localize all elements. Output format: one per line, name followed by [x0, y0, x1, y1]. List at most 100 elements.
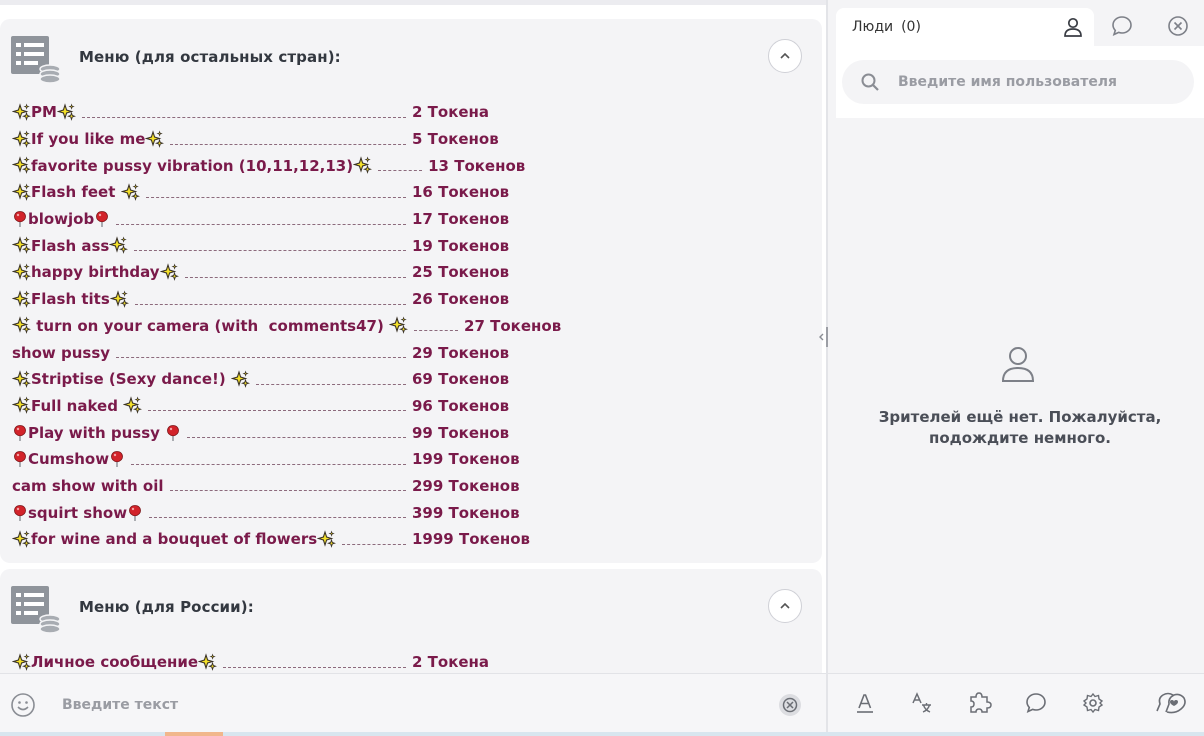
heart-pin-icon: [165, 424, 181, 442]
menu-item-label: If you like me: [31, 130, 146, 149]
heart-pin-icon: [12, 504, 28, 522]
menu-item-label-group: Striptise (Sexy dance!): [12, 369, 250, 389]
send-tip-icon[interactable]: [777, 692, 803, 718]
dotted-leader: [134, 250, 406, 252]
sparkle-icon: [389, 316, 409, 335]
dotted-leader: [131, 463, 406, 465]
sparkle-icon: [230, 369, 250, 389]
chat-area: Меню (для остальных стран): PM 2 Токена If…: [0, 0, 826, 736]
menu-item-price: 5 Токенов: [412, 130, 499, 149]
dotted-leader: [116, 223, 406, 225]
sparkle-icon: [12, 183, 31, 202]
menu-item-label: PM: [31, 103, 57, 122]
menu-item-price: 199 Токенов: [412, 450, 520, 469]
menu-item[interactable]: turn on your camera (with comments47) 27…: [12, 313, 561, 340]
menu-item-price: 29 Токенов: [412, 343, 510, 362]
menu-item-price: 17 Токенов: [412, 210, 510, 229]
menu-item[interactable]: for wine and a bouquet of flowers 1999 То…: [12, 526, 561, 553]
chat-bubble-icon[interactable]: [1023, 690, 1049, 716]
collapse-button[interactable]: [768, 39, 802, 73]
translate-icon[interactable]: [909, 690, 935, 716]
menu-item-price: 69 Токенов: [412, 370, 510, 389]
user-search-input[interactable]: [898, 70, 1178, 94]
menu-item[interactable]: favorite pussy vibration (10,11,12,13) 13…: [12, 152, 561, 179]
user-outline-icon: [998, 344, 1038, 384]
sparkle-icon: [120, 183, 140, 202]
bottom-toolbar: [828, 673, 1204, 732]
sparkle-icon: [12, 236, 31, 255]
menu-item[interactable]: blowjob 17 Токенов: [12, 206, 561, 233]
menu-item-label: Cumshow: [28, 450, 110, 469]
text-format-icon[interactable]: [852, 690, 878, 716]
empty-state-text: Зрителей ещё нет. Пожалуйста, подождите …: [878, 408, 1162, 447]
menu-item-price: 27 Токенов: [464, 316, 562, 335]
dotted-leader: [414, 330, 459, 332]
chat-messages[interactable]: Меню (для остальных стран): PM 2 Токена If…: [0, 5, 826, 673]
sparkle-icon: [109, 289, 129, 309]
sparkle-icon: [12, 396, 31, 415]
puzzle-icon[interactable]: [966, 690, 992, 716]
menu-item[interactable]: Flash feet 16 Токенов: [12, 179, 561, 206]
search-area: [836, 46, 1204, 118]
sparkle-icon: [12, 316, 31, 335]
smile-icon[interactable]: [10, 692, 36, 718]
settings-gear-icon[interactable]: [1080, 690, 1106, 716]
menu-item[interactable]: Flash tits 26 Токенов: [12, 286, 561, 313]
menu-item-label-group: If you like me: [12, 129, 165, 149]
dotted-leader: [169, 490, 406, 492]
menu-item-label: Play with pussy: [28, 423, 166, 442]
menu-item[interactable]: Личное сообщение 2 Токена: [12, 649, 489, 673]
sparkle-icon: [12, 103, 31, 122]
chat-hearts-icon[interactable]: [1153, 690, 1191, 716]
menu-item[interactable]: Play with pussy 99 Токенов: [12, 419, 561, 446]
search-icon: [860, 72, 880, 92]
close-circle-icon[interactable]: [1166, 14, 1190, 38]
menu-item-label: Flash tits: [31, 290, 110, 309]
menu-item[interactable]: If you like me 5 Токенов: [12, 126, 561, 153]
dotted-leader: [223, 666, 406, 668]
menu-item[interactable]: PM 2 Токена: [12, 99, 561, 126]
menu-item-label: Flash feet: [31, 183, 121, 202]
menu-item[interactable]: Striptise (Sexy dance!) 69 Токенов: [12, 366, 561, 393]
dotted-leader: [187, 437, 406, 439]
menu-item[interactable]: cam show with oil 299 Токенов: [12, 473, 561, 500]
dotted-leader: [378, 170, 423, 172]
sparkle-icon: [12, 129, 31, 149]
menu-item-label-group: squirt show: [12, 504, 143, 522]
menu-item-label: turn on your camera (with comments47): [31, 316, 390, 335]
collapse-button[interactable]: [768, 589, 802, 623]
message-input[interactable]: [62, 692, 742, 718]
heart-pin-icon: [12, 450, 28, 468]
menu-item[interactable]: show pussy 29 Токенов: [12, 339, 561, 366]
menu-list-coins-icon: [10, 583, 62, 634]
user-icon[interactable]: [1062, 16, 1084, 38]
menu-item[interactable]: happy birthday 25 Токенов: [12, 259, 561, 286]
dotted-leader: [149, 517, 406, 519]
menu-item-price: 26 Токенов: [412, 290, 510, 309]
tab-people[interactable]: Люди (0): [836, 8, 1094, 46]
menu-item-price: 25 Токенов: [412, 263, 510, 282]
menu-item-label-group: turn on your camera (with comments47): [12, 316, 409, 335]
dotted-leader: [116, 357, 406, 359]
menu-item[interactable]: Full naked 96 Токенов: [12, 393, 561, 420]
menu-item-label: Личное сообщение: [31, 653, 199, 672]
bottom-strip-accent: [165, 732, 223, 736]
menu-item[interactable]: Cumshow 199 Токенов: [12, 446, 561, 473]
menu-item[interactable]: Flash ass 19 Токенов: [12, 232, 561, 259]
dotted-leader: [184, 276, 406, 278]
bottom-strip: [0, 732, 1204, 736]
menu-item-label-group: Play with pussy: [12, 424, 181, 442]
menu-item-price: 299 Токенов: [412, 476, 520, 495]
menu-item-price: 13 Токенов: [428, 156, 526, 175]
menu-item-price: 16 Токенов: [412, 183, 510, 202]
people-list-area: Зрителей ещё нет. Пожалуйста, подождите …: [836, 46, 1204, 674]
search-box[interactable]: [842, 60, 1194, 104]
chat-bubble-icon[interactable]: [1110, 14, 1134, 38]
sparkle-icon: [12, 653, 31, 672]
sparkle-icon: [159, 263, 179, 282]
heart-pin-icon: [127, 504, 143, 522]
menu-card-other-countries: Меню (для остальных стран): PM 2 Токена If…: [0, 19, 822, 563]
menu-item-price: 19 Токенов: [412, 236, 510, 255]
menu-item[interactable]: squirt show 399 Токенов: [12, 499, 561, 526]
sparkle-icon: [317, 530, 337, 549]
